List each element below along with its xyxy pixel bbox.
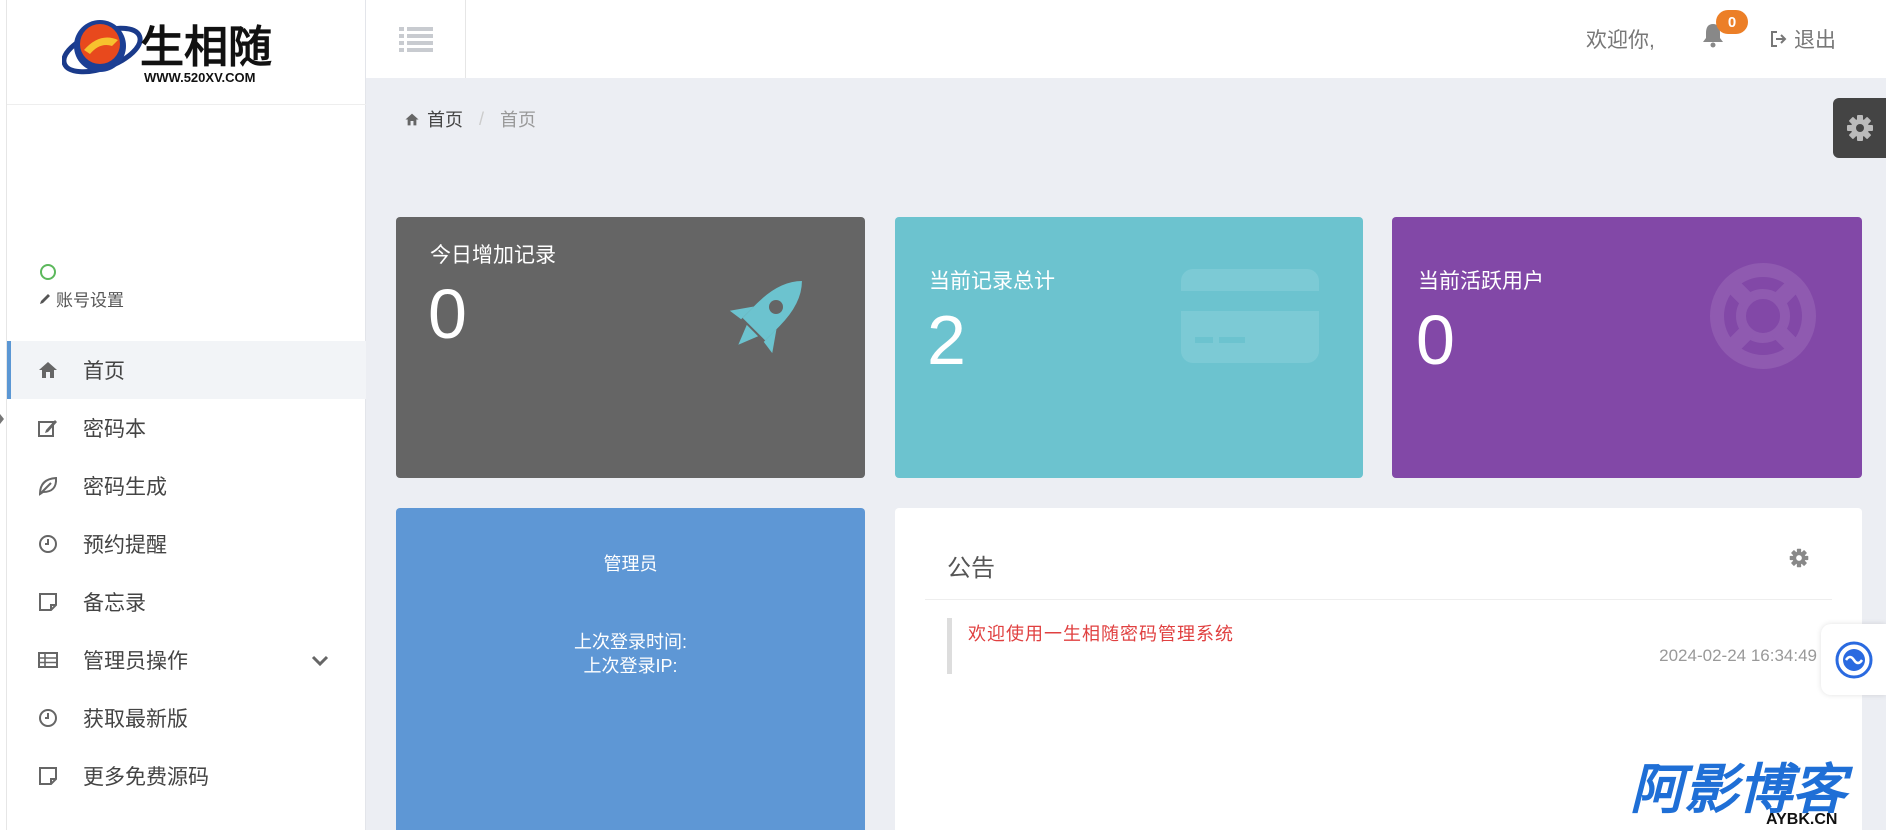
pencil-icon (40, 293, 50, 304)
logo-url: WWW.520XV.COM (144, 70, 255, 85)
chevron-down-icon[interactable] (310, 650, 330, 674)
watermark-sub: AYBK.CN (1766, 811, 1837, 826)
breadcrumb-home[interactable]: 首页 (404, 106, 463, 132)
watermark-logo: 阿影博客 AYBK.CN (1630, 758, 1880, 828)
stat-card-total: 当前记录总计 2 (895, 217, 1363, 478)
stat-title: 当前活跃用户 (1418, 270, 1544, 293)
home-icon (35, 357, 61, 383)
rocket-icon (729, 281, 802, 354)
sidebar-item-label: 密码生成 (83, 476, 167, 499)
notice-divider (925, 599, 1832, 600)
stat-value: 2 (927, 301, 966, 379)
floating-assistant-button[interactable] (1821, 624, 1886, 695)
logo-divider (7, 104, 366, 105)
gear-icon (1846, 115, 1873, 141)
leaf-icon (35, 473, 61, 499)
edit-icon (35, 415, 61, 441)
sidebar-item-home[interactable]: 首页 (7, 341, 366, 399)
sidebar-item-get-latest[interactable]: 获取最新版 (7, 689, 366, 747)
sidebar-toggle-button[interactable] (366, 0, 466, 78)
sidebar-item-label: 备忘录 (83, 592, 146, 615)
stat-card-today: 今日增加记录 0 (396, 217, 865, 478)
stat-title: 今日增加记录 (430, 244, 556, 267)
logout-button[interactable]: 退出 (1770, 24, 1836, 54)
credit-card-icon (1181, 269, 1319, 363)
last-login-time: 上次登录时间: (573, 632, 687, 652)
stat-card-active: 当前活跃用户 0 (1392, 217, 1862, 478)
logo[interactable]: 生相随 WWW.520XV.COM (61, 6, 322, 96)
notice-timestamp: 2024-02-24 16:34:49 (1659, 646, 1817, 665)
welcome-text: 欢迎你, (1586, 29, 1655, 52)
clock-icon (35, 531, 61, 557)
sidebar-item-password-generator[interactable]: 密码生成 (7, 457, 366, 515)
stat-value: 0 (1416, 301, 1455, 379)
sidebar: 生相随 WWW.520XV.COM 账号设置 首页 密码本 密码生成 预约提醒 … (0, 0, 366, 830)
breadcrumb: 首页 / 首页 (404, 106, 536, 132)
assistant-icon (1835, 641, 1872, 678)
breadcrumb-current: 首页 (500, 110, 537, 130)
logout-label: 退出 (1794, 29, 1836, 52)
admin-login-info: 上次登录时间: 上次登录IP: (396, 630, 865, 678)
sidebar-item-label: 获取最新版 (83, 708, 188, 731)
logo-icon: 生相随 WWW.520XV.COM (61, 20, 272, 85)
collapse-arrow-icon[interactable] (0, 414, 4, 424)
notice-text: 欢迎使用一生相随密码管理系统 (968, 624, 1234, 645)
topbar: 欢迎你, 0 退出 (366, 0, 1886, 78)
sidebar-item-label: 管理员操作 (83, 650, 188, 673)
note-icon (35, 763, 61, 789)
stat-title: 当前记录总计 (929, 270, 1055, 293)
sidebar-item-label: 更多免费源码 (83, 766, 209, 789)
note-icon (35, 589, 61, 615)
sign-out-icon (1771, 31, 1787, 47)
logo-text: 生相随 (140, 22, 272, 73)
breadcrumb-separator: / (479, 108, 485, 129)
account-settings-link[interactable]: 账号设置 (38, 286, 124, 311)
account-settings-label: 账号设置 (56, 291, 124, 310)
sidebar-item-label: 预约提醒 (83, 534, 167, 557)
table-icon (35, 647, 61, 673)
breadcrumb-home-label: 首页 (427, 110, 463, 130)
theme-settings-button[interactable] (1833, 98, 1886, 158)
life-ring-icon (1710, 263, 1816, 369)
sidebar-item-label: 首页 (83, 360, 125, 383)
sidebar-item-more-source[interactable]: 更多免费源码 (7, 747, 366, 805)
admin-profile-card: 管理员 上次登录时间: 上次登录IP: (396, 508, 865, 830)
sidebar-item-password-book[interactable]: 密码本 (7, 399, 366, 457)
stat-value: 0 (428, 275, 467, 353)
home-icon (405, 113, 419, 125)
notification-badge: 0 (1716, 10, 1748, 34)
sidebar-item-memo[interactable]: 备忘录 (7, 573, 366, 631)
sidebar-item-reminders[interactable]: 预约提醒 (7, 515, 366, 573)
sidebar-item-admin-ops[interactable]: 管理员操作 (7, 631, 366, 689)
gear-icon[interactable] (1789, 548, 1809, 573)
online-status-icon (40, 264, 56, 280)
sidebar-menu: 首页 密码本 密码生成 预约提醒 备忘录 管理员操作 获取最新版 更多免费源码 (7, 341, 366, 805)
clock-icon (35, 705, 61, 731)
notice-item[interactable]: 欢迎使用一生相随密码管理系统 2024-02-24 16:34:49 (947, 618, 1817, 674)
sidebar-item-label: 密码本 (83, 418, 146, 441)
notice-title: 公告 (947, 555, 995, 582)
last-login-ip: 上次登录IP: (583, 656, 678, 676)
list-icon (398, 27, 433, 52)
admin-name: 管理员 (603, 554, 658, 574)
